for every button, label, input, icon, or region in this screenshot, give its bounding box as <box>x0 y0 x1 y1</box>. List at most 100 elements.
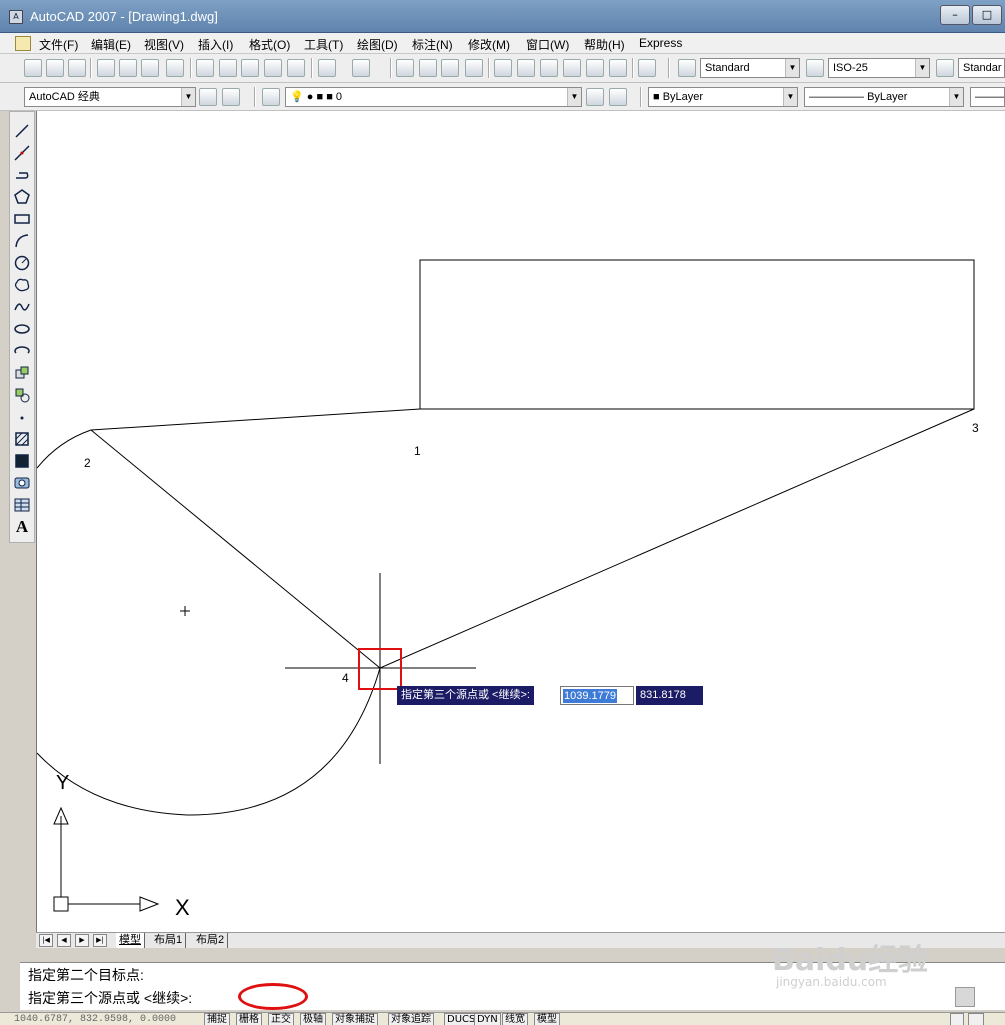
match-properties-icon[interactable] <box>264 59 282 77</box>
table-style-select[interactable]: Standar <box>958 58 1005 78</box>
insert-block-icon[interactable] <box>13 364 31 382</box>
cut-icon[interactable] <box>196 59 214 77</box>
menu-insert[interactable]: 插入(I) <box>198 36 233 53</box>
zoom-realtime-icon[interactable] <box>419 59 437 77</box>
tab-layout1[interactable]: 布局1 <box>151 933 187 948</box>
lineweight-select[interactable]: ――― <box>970 87 1005 107</box>
multiline-text-icon[interactable]: A <box>13 518 31 536</box>
arc-icon[interactable] <box>13 232 31 250</box>
chevron-down-icon[interactable]: ▼ <box>181 88 195 106</box>
menu-dimension[interactable]: 标注(N) <box>412 36 453 53</box>
lineweight-toggle[interactable]: 线宽 <box>502 1013 528 1025</box>
menu-help[interactable]: 帮助(H) <box>584 36 625 53</box>
undo-icon[interactable] <box>318 59 336 77</box>
first-tab-icon[interactable]: |◀ <box>39 934 53 947</box>
chevron-down-icon[interactable]: ▼ <box>783 88 797 106</box>
autocad-app-icon[interactable]: A <box>9 10 23 24</box>
polygon-icon[interactable] <box>13 188 31 206</box>
tool-palettes-icon[interactable] <box>540 59 558 77</box>
calculator-icon[interactable] <box>609 59 627 77</box>
tab-layout2[interactable]: 布局2 <box>193 933 229 948</box>
save-workspace-icon[interactable] <box>222 88 240 106</box>
spline-icon[interactable] <box>13 298 31 316</box>
workspace-settings-icon[interactable] <box>199 88 217 106</box>
zoom-previous-icon[interactable] <box>465 59 483 77</box>
dynamic-input-x[interactable]: 1039.1779 <box>560 686 634 705</box>
grid-toggle[interactable]: 栅格 <box>236 1013 262 1025</box>
region-icon[interactable] <box>13 474 31 492</box>
otrack-toggle[interactable]: 对象追踪 <box>388 1013 434 1025</box>
copy-icon[interactable] <box>219 59 237 77</box>
menu-file[interactable]: 文件(F) <box>39 36 78 53</box>
open-file-icon[interactable] <box>46 59 64 77</box>
make-layer-current-icon[interactable] <box>586 88 604 106</box>
menu-express[interactable]: Express <box>639 36 682 50</box>
new-file-icon[interactable] <box>24 59 42 77</box>
command-scrollbar[interactable] <box>955 987 975 1007</box>
lightbulb-icon[interactable]: 💡 <box>290 91 304 103</box>
construction-line-icon[interactable] <box>13 144 31 162</box>
menu-draw[interactable]: 绘图(D) <box>357 36 398 53</box>
text-style-icon[interactable] <box>678 59 696 77</box>
properties-icon[interactable] <box>494 59 512 77</box>
snap-toggle[interactable]: 捕捉 <box>204 1013 230 1025</box>
plot-preview-icon[interactable] <box>119 59 137 77</box>
table-icon[interactable] <box>13 496 31 514</box>
document-icon[interactable] <box>15 36 31 51</box>
help-icon[interactable] <box>638 59 656 77</box>
text-style-select[interactable]: Standard ▼ <box>700 58 800 78</box>
layer-manager-icon[interactable] <box>262 88 280 106</box>
layer-previous-icon[interactable] <box>609 88 627 106</box>
publish-icon[interactable] <box>141 59 159 77</box>
menu-edit[interactable]: 编辑(E) <box>91 36 131 53</box>
chevron-down-icon[interactable]: ▼ <box>567 88 581 106</box>
design-center-icon[interactable] <box>517 59 535 77</box>
3d-dwf-icon[interactable] <box>166 59 184 77</box>
make-block-icon[interactable] <box>13 386 31 404</box>
line-icon[interactable] <box>13 122 31 140</box>
prev-tab-icon[interactable]: ◀ <box>57 934 71 947</box>
rectangle-icon[interactable] <box>13 210 31 228</box>
revision-cloud-icon[interactable] <box>13 276 31 294</box>
menu-format[interactable]: 格式(O) <box>249 36 290 53</box>
block-editor-icon[interactable] <box>287 59 305 77</box>
tab-model[interactable]: 模型 <box>116 933 145 948</box>
polar-toggle[interactable]: 极轴 <box>300 1013 326 1025</box>
last-tab-icon[interactable]: ▶| <box>93 934 107 947</box>
drawing-canvas[interactable]: 1 2 3 4 X Y <box>36 111 1005 932</box>
ellipse-arc-icon[interactable] <box>13 342 31 360</box>
osnap-toggle[interactable]: 对象捕捉 <box>332 1013 378 1025</box>
gradient-icon[interactable] <box>13 452 31 470</box>
model-toggle[interactable]: 模型 <box>534 1013 560 1025</box>
dynamic-input-y[interactable]: 831.8178 <box>636 686 703 705</box>
zoom-window-icon[interactable] <box>441 59 459 77</box>
dimension-style-select[interactable]: ISO-25 ▼ <box>828 58 930 78</box>
color-select[interactable]: ■ ByLayer ▼ <box>648 87 798 107</box>
circle-icon[interactable] <box>13 254 31 272</box>
lock-icon[interactable] <box>968 1013 984 1025</box>
maximize-button[interactable]: □ <box>972 5 1002 25</box>
polyline-icon[interactable] <box>13 166 31 184</box>
hatch-icon[interactable] <box>13 430 31 448</box>
ellipse-icon[interactable] <box>13 320 31 338</box>
menu-tools[interactable]: 工具(T) <box>304 36 343 53</box>
save-icon[interactable] <box>68 59 86 77</box>
layer-select[interactable]: 💡 ● ■ ■ 0 ▼ <box>285 87 582 107</box>
table-style-icon[interactable] <box>936 59 954 77</box>
sheet-set-icon[interactable] <box>563 59 581 77</box>
linetype-select[interactable]: ――――― ByLayer ▼ <box>804 87 964 107</box>
workspace-select[interactable]: AutoCAD 经典 ▼ <box>24 87 196 107</box>
dyn-toggle[interactable]: DYN <box>474 1013 501 1025</box>
plot-icon[interactable] <box>97 59 115 77</box>
pan-icon[interactable] <box>396 59 414 77</box>
point-icon[interactable] <box>13 408 31 426</box>
sun-icon[interactable]: ● <box>307 91 314 103</box>
ortho-toggle[interactable]: 正交 <box>268 1013 294 1025</box>
chevron-down-icon[interactable]: ▼ <box>949 88 963 106</box>
minimize-button[interactable]: – <box>940 5 970 25</box>
menu-window[interactable]: 窗口(W) <box>526 36 569 53</box>
chevron-down-icon[interactable]: ▼ <box>915 59 929 77</box>
redo-icon[interactable] <box>352 59 370 77</box>
next-tab-icon[interactable]: ▶ <box>75 934 89 947</box>
lock-icon[interactable]: ■ <box>316 91 323 103</box>
